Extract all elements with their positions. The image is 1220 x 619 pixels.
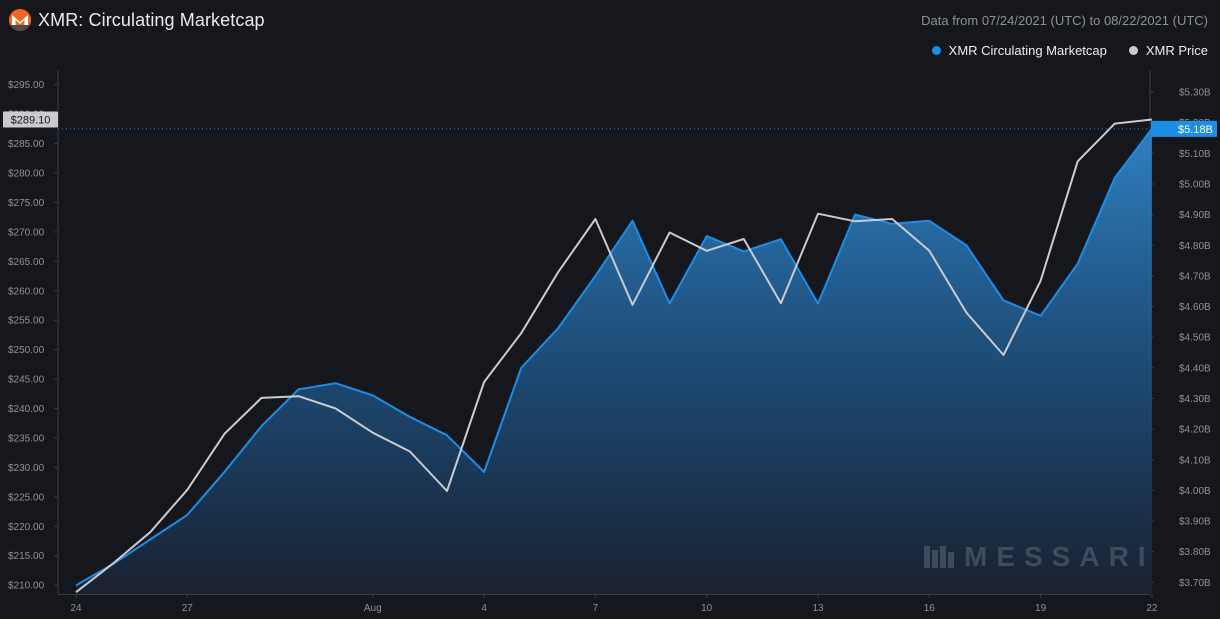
left-tick-label: $270.00 xyxy=(8,227,45,238)
right-tick-label: $3.70B xyxy=(1179,578,1211,589)
left-tick-label: $215.00 xyxy=(8,551,45,562)
x-tick-label: 16 xyxy=(924,603,936,614)
x-tick-label: 7 xyxy=(593,603,599,614)
left-tick-label: $220.00 xyxy=(8,522,45,533)
right-current-value-label: $5.18B xyxy=(1178,124,1213,136)
left-tick-label: $260.00 xyxy=(8,286,45,297)
x-tick-label: 22 xyxy=(1146,603,1158,614)
right-tick-label: $4.90B xyxy=(1179,210,1211,221)
left-tick-label: $275.00 xyxy=(8,198,45,209)
left-tick-label: $230.00 xyxy=(8,463,45,474)
left-tick-label: $285.00 xyxy=(8,139,45,150)
right-tick-label: $4.00B xyxy=(1179,486,1211,497)
right-tick-label: $4.30B xyxy=(1179,394,1211,405)
left-tick-label: $210.00 xyxy=(8,581,45,592)
left-tick-label: $280.00 xyxy=(8,169,45,180)
x-tick-label: Aug xyxy=(364,603,382,614)
left-tick-label: $225.00 xyxy=(8,492,45,503)
chart-plot[interactable]: $210.00 $215.00 $220.00 $225.00 $230.00 $235.… xyxy=(0,0,1220,619)
right-tick-label: $4.80B xyxy=(1179,241,1211,252)
left-tick-label: $265.00 xyxy=(8,257,45,268)
left-tick-label: $245.00 xyxy=(8,375,45,386)
watermark-text: MESSARI xyxy=(964,541,1155,572)
x-tick-label: 24 xyxy=(70,603,82,614)
left-tick-label: $235.00 xyxy=(8,433,45,444)
messari-watermark: MESSARI xyxy=(924,541,1155,572)
right-tick-label: $5.30B xyxy=(1179,88,1211,99)
left-tick-label: $240.00 xyxy=(8,404,45,415)
right-tick-label: $3.90B xyxy=(1179,517,1211,528)
messari-logo-icon xyxy=(924,546,954,568)
right-tick-label: $5.00B xyxy=(1179,179,1211,190)
x-tick-label: 27 xyxy=(182,603,194,614)
x-tick-label: 10 xyxy=(701,603,713,614)
right-tick-label: $3.80B xyxy=(1179,547,1211,558)
right-tick-label: $4.40B xyxy=(1179,363,1211,374)
right-tick-label: $4.20B xyxy=(1179,425,1211,436)
right-tick-label: $4.60B xyxy=(1179,302,1211,313)
right-tick-label: $5.10B xyxy=(1179,149,1211,160)
x-tick-label: 4 xyxy=(481,603,487,614)
marketcap-area-fill xyxy=(76,128,1152,595)
right-tick-label: $4.10B xyxy=(1179,455,1211,466)
right-tick-label: $4.50B xyxy=(1179,333,1211,344)
x-tick-label: 13 xyxy=(812,603,824,614)
left-tick-label: $295.00 xyxy=(8,80,45,91)
left-current-value-label: $289.10 xyxy=(11,114,51,126)
x-tick-label: 19 xyxy=(1035,603,1047,614)
right-tick-label: $4.70B xyxy=(1179,271,1211,282)
left-tick-label: $250.00 xyxy=(8,345,45,356)
left-tick-label: $255.00 xyxy=(8,316,45,327)
